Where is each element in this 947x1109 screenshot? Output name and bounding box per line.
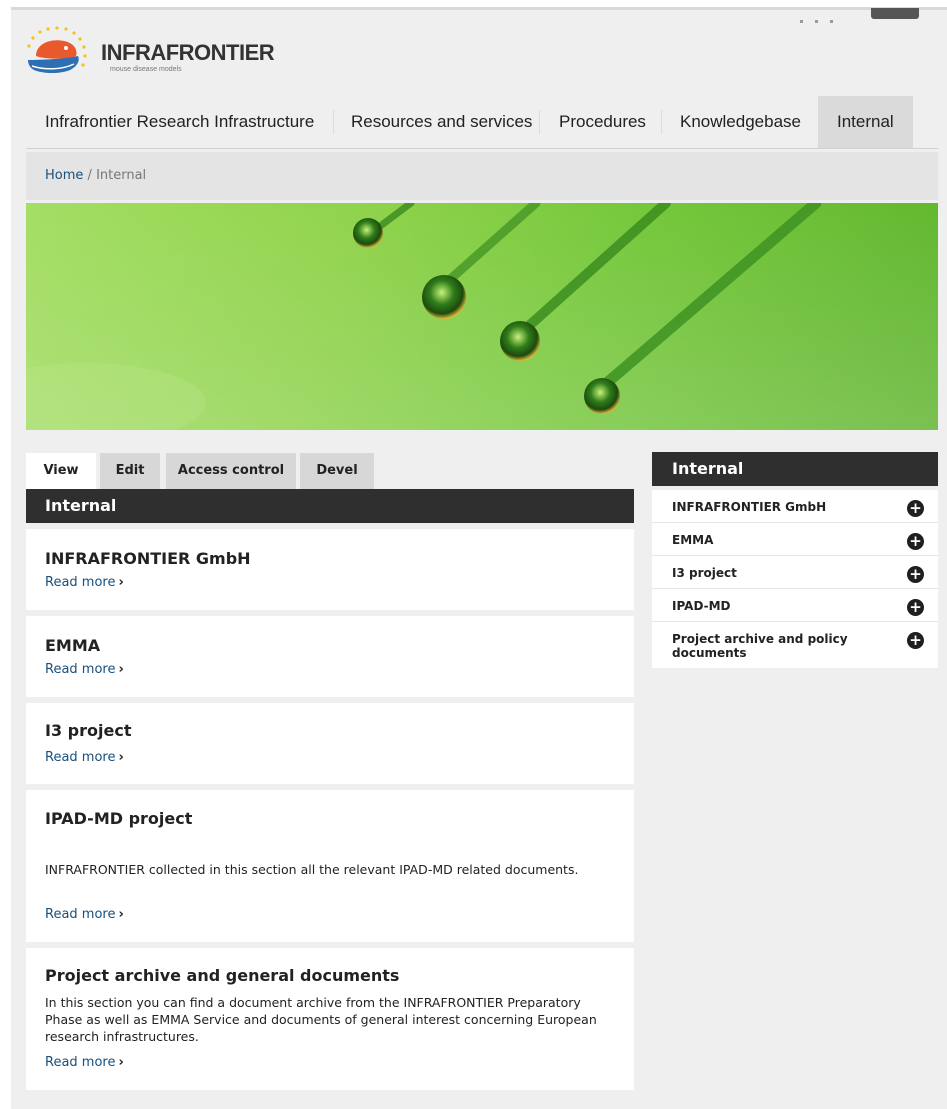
chevron-right-icon: ›	[118, 662, 124, 677]
main-navigation: Infrafrontier Research Infrastructure Re…	[26, 96, 938, 149]
breadcrumb-home-link[interactable]: Home	[45, 168, 83, 183]
sidebar-item-infrafrontier-gmbh[interactable]: INFRAFRONTIER GmbH +	[652, 490, 938, 523]
nav-separator	[333, 110, 334, 134]
nav-item-research-infrastructure[interactable]: Infrafrontier Research Infrastructure	[45, 96, 314, 148]
list-item: I3 project Read more ›	[26, 703, 634, 784]
nav-item-procedures[interactable]: Procedures	[559, 96, 646, 148]
read-more-link[interactable]: Read more ›	[45, 575, 124, 590]
item-description: In this section you can find a document …	[45, 995, 597, 1044]
sidebar-item-label: Project archive and policy documents	[672, 632, 848, 660]
item-description: INFRAFRONTIER collected in this section …	[45, 862, 579, 877]
item-title[interactable]: IPAD-MD project	[45, 809, 192, 828]
chevron-right-icon: ›	[118, 1055, 124, 1070]
sidebar-item-label: EMMA	[672, 533, 714, 547]
site-logo[interactable]: INFRAFRONTIER mouse disease models	[26, 26, 276, 82]
sidebar-item-emma[interactable]: EMMA +	[652, 523, 938, 556]
tab-edit[interactable]: Edit	[100, 453, 160, 489]
sidebar-item-label: I3 project	[672, 566, 737, 580]
read-more-label: Read more	[45, 1055, 116, 1070]
nav-separator	[661, 110, 662, 134]
chevron-right-icon: ›	[118, 750, 124, 765]
list-item: INFRAFRONTIER GmbH Read more ›	[26, 529, 634, 610]
hero-banner-image	[26, 203, 938, 430]
top-utility-links[interactable]	[800, 8, 846, 23]
nav-separator	[539, 110, 540, 134]
plus-circle-icon[interactable]: +	[907, 599, 924, 616]
chevron-right-icon: ›	[118, 575, 124, 590]
sidebar-item-label: INFRAFRONTIER GmbH	[672, 500, 827, 514]
read-more-link[interactable]: Read more ›	[45, 1055, 124, 1070]
breadcrumb-current: Internal	[96, 168, 147, 183]
login-button[interactable]	[871, 8, 919, 19]
read-more-link[interactable]: Read more ›	[45, 750, 124, 765]
tab-access-control[interactable]: Access control	[166, 453, 296, 489]
item-title[interactable]: INFRAFRONTIER GmbH	[45, 549, 251, 568]
sidebar-item-ipad-md[interactable]: IPAD-MD +	[652, 589, 938, 622]
read-more-label: Read more	[45, 907, 116, 922]
sidebar-item-label: IPAD-MD	[672, 599, 731, 613]
mouse-logo-icon	[27, 26, 87, 73]
sidebar-menu: Internal INFRAFRONTIER GmbH + EMMA + I3 …	[652, 452, 938, 668]
list-item: Project archive and general documents In…	[26, 948, 634, 1090]
item-title[interactable]: Project archive and general documents	[45, 966, 399, 985]
plus-circle-icon[interactable]: +	[907, 632, 924, 649]
breadcrumb-separator: /	[87, 168, 92, 183]
item-title[interactable]: EMMA	[45, 636, 100, 655]
logo-subtitle: mouse disease models	[110, 66, 182, 73]
sidebar-item-i3-project[interactable]: I3 project +	[652, 556, 938, 589]
read-more-label: Read more	[45, 575, 116, 590]
nav-item-internal[interactable]: Internal	[818, 96, 913, 148]
list-item: EMMA Read more ›	[26, 616, 634, 697]
plus-circle-icon[interactable]: +	[907, 533, 924, 550]
logo-title: INFRAFRONTIER	[101, 40, 275, 65]
content-title: Internal	[26, 489, 634, 523]
list-item: IPAD-MD project INFRAFRONTIER collected …	[26, 790, 634, 942]
nav-item-resources-and-services[interactable]: Resources and services	[351, 96, 532, 148]
item-title[interactable]: I3 project	[45, 721, 131, 740]
read-more-label: Read more	[45, 662, 116, 677]
read-more-label: Read more	[45, 750, 116, 765]
tab-devel[interactable]: Devel	[300, 453, 374, 489]
read-more-link[interactable]: Read more ›	[45, 662, 124, 677]
sidebar-item-project-archive[interactable]: Project archive and policy documents +	[652, 622, 938, 668]
tab-view[interactable]: View	[26, 453, 96, 489]
breadcrumb: Home / Internal	[26, 152, 938, 200]
read-more-link[interactable]: Read more ›	[45, 907, 124, 922]
plus-circle-icon[interactable]: +	[907, 500, 924, 517]
plus-circle-icon[interactable]: +	[907, 566, 924, 583]
sidebar-title: Internal	[652, 452, 938, 486]
chevron-right-icon: ›	[118, 907, 124, 922]
sidebar-list: INFRAFRONTIER GmbH + EMMA + I3 project +…	[652, 490, 938, 668]
nav-item-knowledgebase[interactable]: Knowledgebase	[680, 96, 801, 148]
